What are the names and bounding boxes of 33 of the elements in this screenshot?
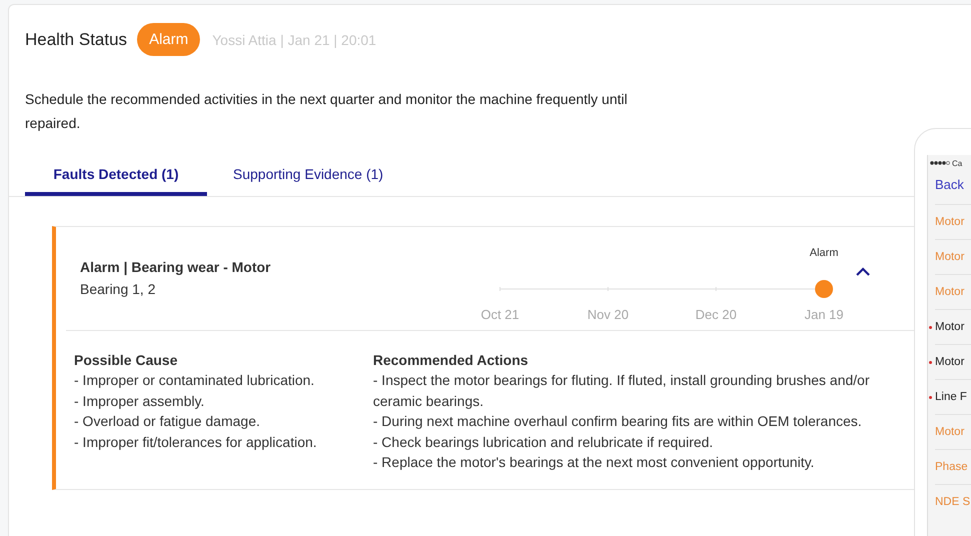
section-line: - Check bearings lubrication and relubricate if required.: [373, 432, 714, 452]
fault-location: Bearing 1, 2: [80, 281, 156, 297]
timeline-date: Nov 20: [587, 307, 629, 322]
summary-text: Schedule the recommended activities in the next quarter and monitor the machine frequently until repaired.: [25, 90, 628, 133]
list-item[interactable]: Line F: [935, 379, 971, 414]
timeline-date: Jan 19: [804, 307, 844, 322]
list-item[interactable]: Motor: [935, 309, 971, 344]
signal-icon: [930, 161, 950, 165]
section-line: - During next machine overhaul confirm bearing fits are within OEM tolerances.: [373, 412, 863, 431]
section-heading: Recommended Actions: [373, 351, 530, 370]
section-heading: Possible Cause: [74, 351, 178, 370]
panel-title: Health Status: [25, 30, 128, 50]
tab[interactable]: Supporting Evidence (1): [207, 157, 410, 196]
fault-title: Alarm | Bearing wear - Motor: [80, 259, 272, 275]
flag-dot: [929, 360, 932, 364]
section-line: - Replace the motor's bearings at the next most convenient opportunity.: [373, 453, 816, 472]
tab[interactable]: Faults Detected (1): [25, 157, 207, 196]
status-badge: Alarm: [137, 23, 200, 56]
section-line: - Inspect the motor bearings for fluting. If fluted, install grounding brushes and/or ceramic bearings.: [373, 371, 871, 411]
flag-dot: [929, 326, 932, 328]
section-line: - Improper fit/tolerances for application.: [74, 432, 318, 452]
section-line: - Improper or contaminated lubrication.: [74, 371, 316, 390]
section-line: - Overload or fatigue damage.: [74, 412, 261, 431]
collapse-chevron-icon[interactable]: [856, 267, 870, 276]
carrier-name: Ca: [952, 158, 962, 168]
timeline-date: Dec 20: [695, 307, 737, 322]
section-line: - Improper assembly.: [74, 392, 206, 411]
timeline-event-label: Alarm: [810, 247, 838, 259]
list-item[interactable]: Motor: [935, 344, 971, 379]
flag-dot: [929, 396, 932, 398]
timeline-date: Oct 21: [480, 307, 520, 322]
timeline-marker: [815, 280, 833, 298]
back-link[interactable]: Back: [928, 171, 971, 204]
